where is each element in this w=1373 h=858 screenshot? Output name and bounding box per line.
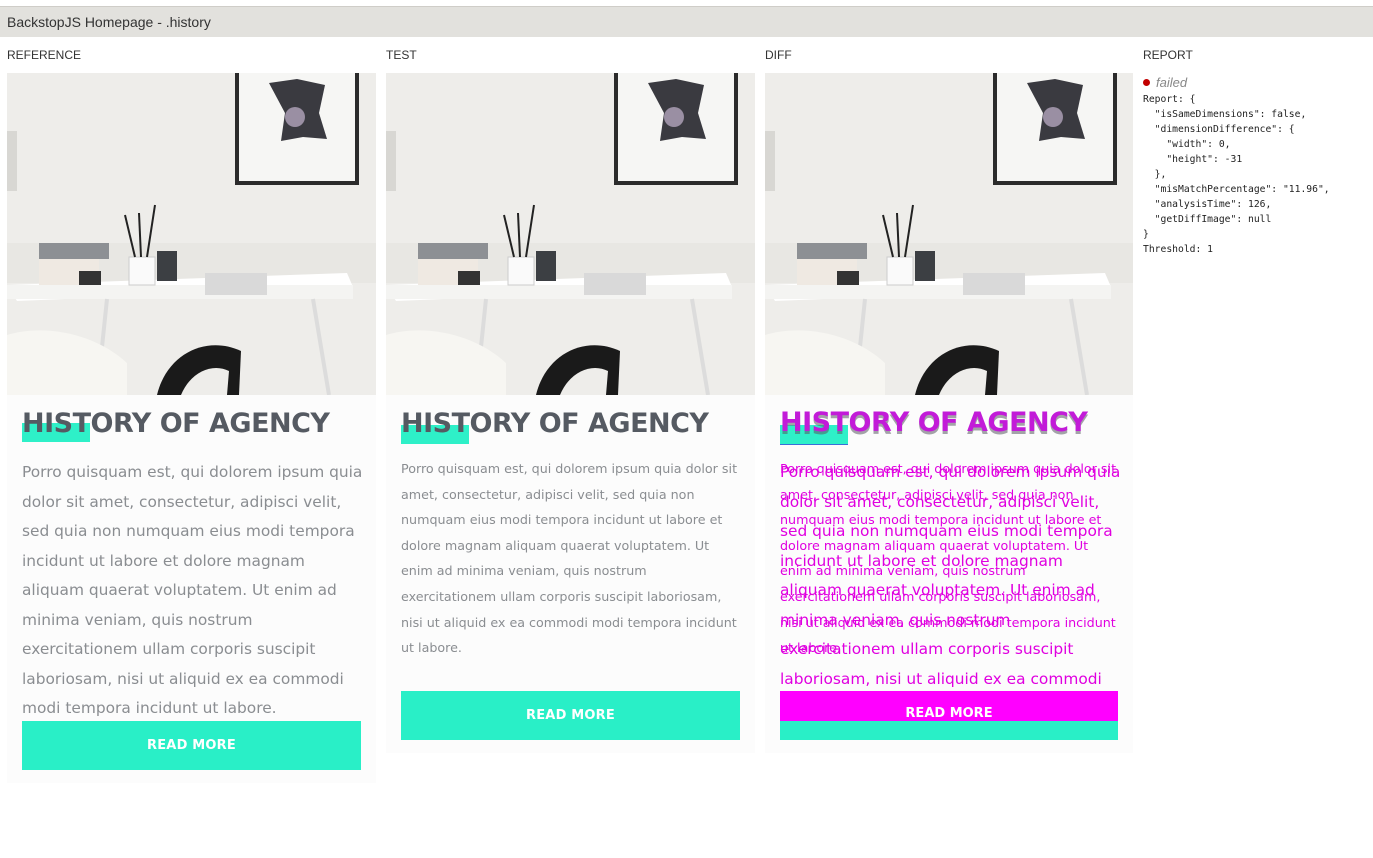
desk-photo-illustration — [7, 73, 376, 395]
button-diff-remainder — [780, 721, 1118, 740]
section-paragraph: Porro quisquam est, qui dolorem ipsum qu… — [22, 463, 363, 717]
desk-photo-illustration — [765, 73, 1133, 395]
diff-screenshot[interactable]: HISTORY OF AGENCY HISTORY OF AGENCY Porr… — [765, 73, 1133, 753]
read-more-button[interactable]: READ MORE — [780, 706, 1118, 721]
section-heading-diff: HISTORY OF AGENCY — [780, 407, 1088, 438]
hero-photo — [7, 73, 376, 395]
read-more-button[interactable]: READ MORE — [401, 691, 740, 740]
section-paragraph: Porro quisquam est, qui dolorem ipsum qu… — [401, 461, 738, 656]
report-json: Report: { "isSameDimensions": false, "di… — [1143, 94, 1330, 255]
desk-photo-illustration — [386, 73, 755, 395]
column-label-diff: DIFF — [765, 48, 792, 62]
hero-photo — [386, 73, 755, 395]
section-paragraph-diff-test: Porro quisquam est, qui dolorem ipsum qu… — [780, 461, 1117, 656]
failed-status-dot-icon — [1143, 79, 1150, 86]
reference-screenshot[interactable]: HISTORY OF AGENCY Porro quisquam est, qu… — [7, 73, 376, 783]
section-heading: HISTORY OF AGENCY — [22, 408, 330, 439]
column-label-test: TEST — [386, 48, 417, 62]
section-heading: HISTORY OF AGENCY — [401, 408, 709, 439]
test-screenshot[interactable]: HISTORY OF AGENCY Porro quisquam est, qu… — [386, 73, 755, 753]
window-title: BackstopJS Homepage - .history — [7, 14, 211, 30]
window-titlebar: BackstopJS Homepage - .history — [0, 6, 1373, 37]
report-panel: failed Report: { "isSameDimensions": fal… — [1143, 75, 1368, 257]
column-label-reference: REFERENCE — [7, 48, 82, 62]
column-label-report: REPORT — [1143, 48, 1193, 62]
hero-photo — [765, 73, 1133, 395]
read-more-button[interactable]: READ MORE — [22, 721, 361, 770]
status-text: failed — [1156, 75, 1188, 90]
status-indicator: failed — [1143, 75, 1368, 90]
